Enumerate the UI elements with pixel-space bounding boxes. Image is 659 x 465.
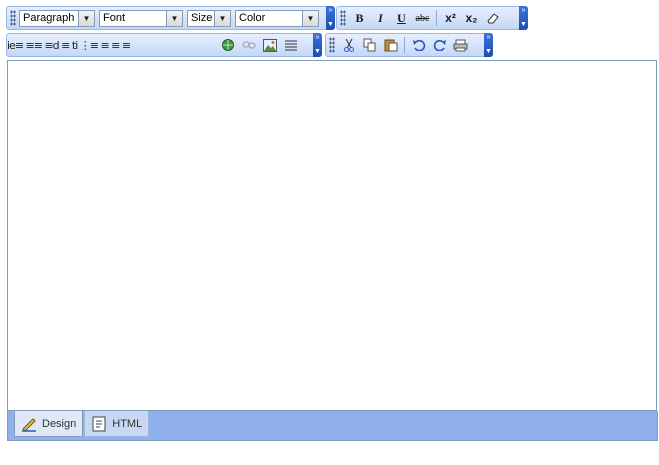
- overflow-icon: »: [315, 34, 320, 41]
- bold-button[interactable]: B: [349, 8, 370, 28]
- font-value: Font: [103, 12, 126, 24]
- toolbar-grip[interactable]: [10, 10, 16, 26]
- cut-button[interactable]: [338, 35, 359, 55]
- horizontal-rule-button[interactable]: [280, 35, 301, 55]
- html-icon: [91, 416, 107, 432]
- hyperlink-button[interactable]: [217, 35, 238, 55]
- toolbar-area: Paragraph ▼ Font ▼ Size ▼ Color ▼ » ▼ B …: [0, 0, 659, 60]
- size-value: Size: [191, 12, 213, 24]
- chevron-down-icon: ▼: [314, 48, 321, 55]
- chevron-down-icon: ▼: [327, 21, 334, 28]
- overflow-icon: »: [486, 34, 491, 41]
- toolbar-separator: [436, 10, 437, 26]
- edit-toolbar: » ▼: [325, 33, 493, 57]
- overflow-icon: »: [328, 7, 333, 14]
- design-icon: [21, 416, 37, 432]
- toolbar-options-button[interactable]: » ▼: [519, 6, 528, 30]
- copy-button[interactable]: [359, 35, 380, 55]
- color-dropdown[interactable]: Color ▼: [235, 9, 319, 27]
- insert-image-button[interactable]: [259, 35, 280, 55]
- chevron-down-icon[interactable]: ▼: [302, 10, 318, 26]
- chevron-down-icon[interactable]: ▼: [214, 10, 230, 26]
- list-rule-icon: [284, 40, 297, 51]
- chevron-down-icon: ▼: [485, 48, 492, 55]
- toolbar-options-button[interactable]: » ▼: [484, 33, 493, 57]
- undo-icon: [412, 39, 425, 51]
- toolbar-options-button[interactable]: » ▼: [313, 33, 322, 57]
- redo-button[interactable]: [429, 35, 450, 55]
- tab-design[interactable]: Design: [14, 411, 84, 437]
- subscript-button[interactable]: x₂: [461, 8, 482, 28]
- paragraph-toolbar: ie≡ ≡≡ ≡d ≡ ti ⋮≡ ≡ ≡ ≡ » ▼: [6, 33, 322, 57]
- mode-tab-bar: Design HTML: [7, 411, 658, 441]
- tab-design-label: Design: [42, 417, 77, 430]
- toolbar-options-button[interactable]: » ▼: [326, 6, 335, 30]
- copy-icon: [363, 38, 375, 52]
- chevron-down-icon: ▼: [520, 21, 527, 28]
- tab-html[interactable]: HTML: [84, 411, 150, 437]
- paste-icon: [384, 39, 397, 52]
- toolbar-grip[interactable]: [329, 37, 335, 53]
- image-icon: [262, 38, 277, 52]
- size-dropdown[interactable]: Size ▼: [187, 9, 231, 27]
- underline-button[interactable]: U: [391, 8, 412, 28]
- color-value: Color: [239, 12, 266, 24]
- strikethrough-button[interactable]: abc: [412, 8, 433, 28]
- paragraph-buttons-strip[interactable]: ie≡ ≡≡ ≡d ≡ ti ⋮≡ ≡ ≡ ≡: [7, 39, 217, 52]
- eraser-icon: [486, 13, 499, 24]
- paragraph-value: Paragraph: [23, 12, 75, 24]
- toolbar-grip[interactable]: [340, 10, 346, 26]
- paste-button[interactable]: [380, 35, 401, 55]
- print-button[interactable]: [450, 35, 471, 55]
- globe-link-icon: [221, 39, 234, 51]
- paragraph-dropdown[interactable]: Paragraph ▼: [19, 9, 95, 27]
- printer-icon: [453, 39, 468, 51]
- scissors-icon: [343, 38, 354, 52]
- font-dropdown[interactable]: Font ▼: [99, 9, 183, 27]
- redo-icon: [433, 39, 446, 51]
- toolbar-separator: [404, 37, 405, 53]
- unlink-button[interactable]: [238, 35, 259, 55]
- eraser-button[interactable]: [482, 8, 503, 28]
- chevron-down-icon[interactable]: ▼: [166, 10, 182, 26]
- superscript-button[interactable]: x²: [440, 8, 461, 28]
- chain-link-icon: [242, 41, 255, 49]
- italic-button[interactable]: I: [370, 8, 391, 28]
- format-toolbar: Paragraph ▼ Font ▼ Size ▼ Color ▼ » ▼: [6, 6, 335, 30]
- tab-html-label: HTML: [112, 417, 143, 430]
- style-toolbar: B I U abc x² x₂ » ▼: [336, 6, 528, 30]
- editor-content-area[interactable]: [7, 60, 657, 411]
- overflow-icon: »: [521, 7, 526, 14]
- undo-button[interactable]: [408, 35, 429, 55]
- rich-text-editor: Paragraph ▼ Font ▼ Size ▼ Color ▼ » ▼ B …: [0, 0, 659, 465]
- chevron-down-icon[interactable]: ▼: [78, 10, 94, 26]
